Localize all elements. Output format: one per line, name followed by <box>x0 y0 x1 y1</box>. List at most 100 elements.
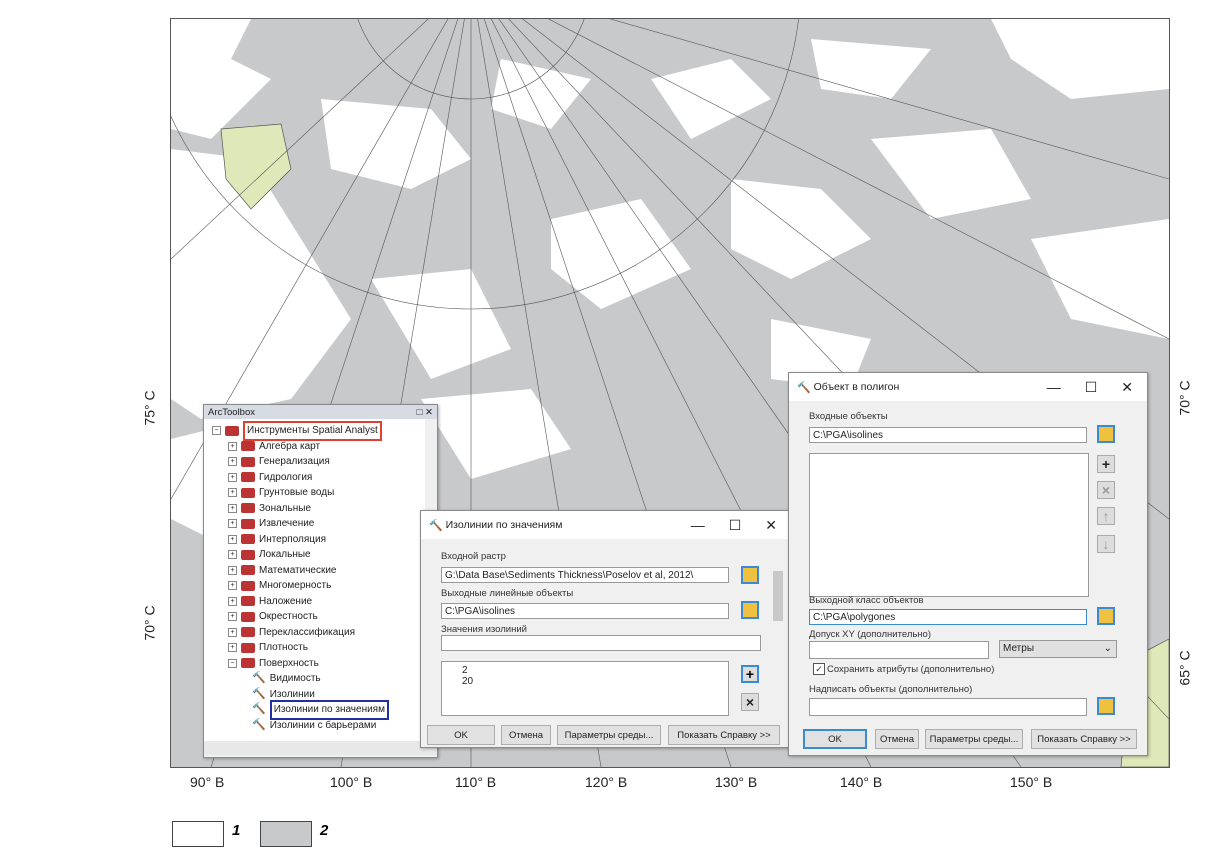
field-label: Значения изолиний <box>441 624 527 635</box>
close-button[interactable]: ✕ <box>1121 379 1133 396</box>
x-label: 100° В <box>330 774 373 790</box>
toolset-item[interactable]: + Плотность <box>212 640 437 656</box>
units-select[interactable]: Метры ⌄ <box>999 640 1117 658</box>
browse-folder-icon[interactable] <box>1097 697 1115 715</box>
toolbox-icon <box>241 658 255 669</box>
panel-title: ArcToolbox <box>208 406 255 418</box>
preserve-attributes-checkbox[interactable]: ✓ Сохранить атрибуты (дополнительно) <box>813 663 994 675</box>
contour-list-dialog: 🔨 Изолинии по значениям — ☐ ✕ Входной раст… <box>420 510 792 748</box>
toolset-item[interactable]: + Многомерность <box>212 578 437 594</box>
tree-root[interactable]: − Инструменты Spatial Analyst <box>212 421 437 441</box>
toolset-item[interactable]: + Математические <box>212 563 437 579</box>
tool-item[interactable]: 🔨 Видимость <box>212 671 437 687</box>
show-help-button[interactable]: Показать Справку >> <box>1031 729 1137 749</box>
dialog-title: Объект в полигон <box>813 381 900 393</box>
expand-icon[interactable]: + <box>228 612 237 622</box>
expand-icon[interactable]: + <box>228 581 237 591</box>
toolset-item[interactable]: − Поверхность <box>212 656 437 672</box>
dialog-titlebar: 🔨 Объект в полигон — ☐ ✕ <box>789 373 1147 401</box>
environments-button[interactable]: Параметры среды... <box>925 729 1023 749</box>
ok-button[interactable]: OK <box>803 729 867 749</box>
move-down-button[interactable]: ↓ <box>1097 535 1115 553</box>
collapse-icon[interactable]: − <box>228 658 237 668</box>
x-label: 150° В <box>1010 774 1053 790</box>
show-help-button[interactable]: Показать Справку >> <box>668 725 780 745</box>
expand-icon[interactable]: + <box>228 550 237 560</box>
toolset-item[interactable]: + Зональные <box>212 501 437 517</box>
expand-icon[interactable]: + <box>228 472 237 482</box>
toolbox-icon <box>241 472 255 483</box>
expand-icon[interactable]: + <box>228 565 237 575</box>
tool-label: Изолинии с барьерами <box>269 719 377 731</box>
legend-swatch-2 <box>260 821 312 847</box>
minimize-button[interactable]: — <box>691 517 705 534</box>
cancel-button[interactable]: Отмена <box>501 725 551 745</box>
expand-icon[interactable]: + <box>228 519 237 529</box>
expand-icon[interactable]: + <box>228 627 237 637</box>
toolset-label: Наложение <box>259 595 313 607</box>
toolbox-icon <box>241 565 255 576</box>
toolset-item[interactable]: + Окрестность <box>212 609 437 625</box>
move-up-button[interactable]: ↑ <box>1097 507 1115 525</box>
browse-folder-icon[interactable] <box>741 601 759 619</box>
minimize-button[interactable]: — <box>1047 379 1061 396</box>
tool-item[interactable]: 🔨 Изолинии по значениям <box>212 700 437 720</box>
tool-item[interactable]: 🔨 Изолинии с барьерами <box>212 718 437 734</box>
list-item[interactable]: 2 <box>462 665 728 676</box>
ok-button[interactable]: OK <box>427 725 495 745</box>
toolset-label: Локальные <box>259 549 311 560</box>
expand-icon[interactable]: + <box>228 534 237 544</box>
toolset-item[interactable]: + Переклассификация <box>212 625 437 641</box>
feature-to-polygon-dialog: 🔨 Объект в полигон — ☐ ✕ Входные объекты C… <box>788 372 1148 756</box>
expand-icon[interactable]: + <box>228 441 237 451</box>
toolset-item[interactable]: + Локальные <box>212 547 437 563</box>
add-button[interactable]: + <box>1097 455 1115 473</box>
expand-icon[interactable]: + <box>228 643 237 653</box>
toolset-item[interactable]: + Грунтовые воды <box>212 485 437 501</box>
browse-folder-icon[interactable] <box>1097 607 1115 625</box>
horizontal-scrollbar[interactable] <box>204 741 437 755</box>
input-features-list[interactable] <box>809 453 1089 597</box>
cancel-button[interactable]: Отмена <box>875 729 919 749</box>
maximize-button[interactable]: ☐ <box>729 517 742 534</box>
close-icon[interactable]: □ ✕ <box>417 407 437 418</box>
toolset-item[interactable]: + Генерализация <box>212 454 437 470</box>
toolset-item[interactable]: + Наложение <box>212 594 437 610</box>
toolset-item[interactable]: + Интерполяция <box>212 532 437 548</box>
output-feature-class-input[interactable]: C:\PGA\polygones <box>809 609 1087 625</box>
toolset-item[interactable]: + Гидрология <box>212 470 437 486</box>
expand-icon[interactable]: + <box>228 596 237 606</box>
input-features-select[interactable]: C:\PGA\isolines <box>809 427 1087 443</box>
browse-folder-icon[interactable] <box>741 566 759 584</box>
maximize-button[interactable]: ☐ <box>1085 379 1098 396</box>
add-value-button[interactable]: + <box>741 665 759 683</box>
toolset-item[interactable]: + Алгебра карт <box>212 439 437 455</box>
arctoolbox-titlebar: ArcToolbox □ ✕ <box>204 405 437 419</box>
toolbox-icon <box>241 456 255 467</box>
hammer-icon: 🔨 <box>252 703 266 715</box>
contour-values-list[interactable]: 2 20 <box>441 661 729 716</box>
field-label: Допуск XY (дополнительно) <box>809 629 932 640</box>
close-button[interactable]: ✕ <box>765 517 777 534</box>
output-features-input[interactable]: C:\PGA\isolines <box>441 603 729 619</box>
label-features-input[interactable] <box>809 698 1087 716</box>
input-raster-select[interactable]: G:\Data Base\Sediments Thickness\Poselov… <box>441 567 729 583</box>
remove-button[interactable]: × <box>1097 481 1115 499</box>
toolbox-icon <box>225 425 239 436</box>
remove-value-button[interactable]: × <box>741 693 759 711</box>
expand-icon[interactable]: + <box>228 488 237 498</box>
expand-icon[interactable]: + <box>228 457 237 467</box>
dialog-scrollbar[interactable] <box>773 551 783 701</box>
environments-button[interactable]: Параметры среды... <box>557 725 661 745</box>
tool-label: Видимость <box>269 673 321 684</box>
xy-tolerance-input[interactable] <box>809 641 989 659</box>
list-item[interactable]: 20 <box>462 676 728 687</box>
toolset-label: Математические <box>259 564 337 576</box>
contour-value-input[interactable] <box>441 635 761 651</box>
toolset-label: Многомерность <box>259 580 332 591</box>
y-label-right: 65° С <box>1176 650 1193 686</box>
browse-folder-icon[interactable] <box>1097 425 1115 443</box>
expand-icon[interactable]: + <box>228 503 237 513</box>
toolset-item[interactable]: + Извлечение <box>212 516 437 532</box>
checkbox-icon[interactable]: ✓ <box>813 663 825 675</box>
